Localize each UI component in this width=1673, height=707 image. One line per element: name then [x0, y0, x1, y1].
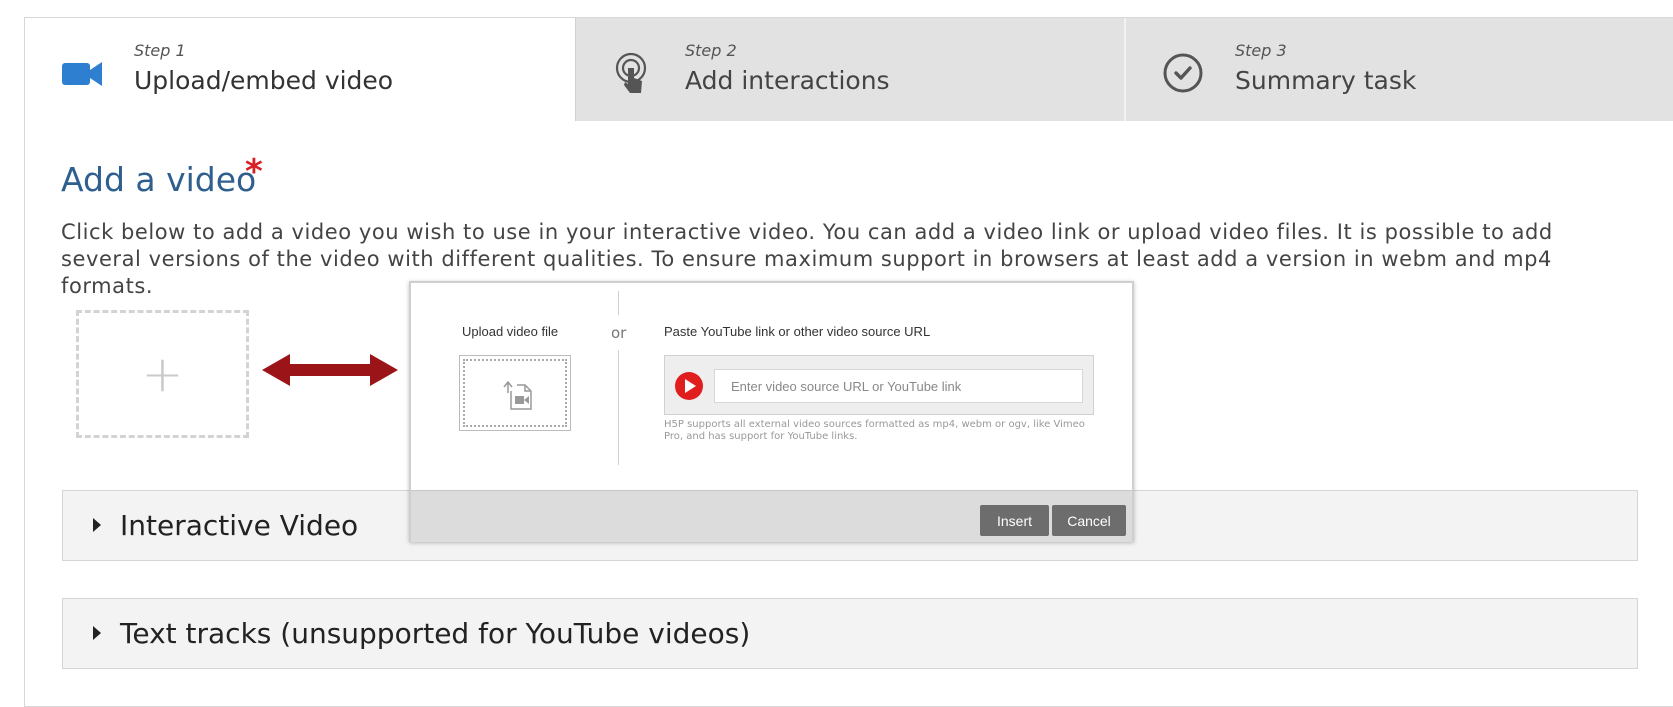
- step-number: Step 1: [134, 41, 186, 60]
- step-title: Summary task: [1235, 66, 1417, 95]
- dialog-footer: Insert Cancel: [411, 490, 1132, 542]
- cancel-button[interactable]: Cancel: [1052, 505, 1126, 536]
- tab-step-1[interactable]: Step 1 Upload/embed video: [25, 18, 575, 121]
- add-video-dialog: Upload video file or Paste YouTube link …: [409, 281, 1134, 542]
- touch-pointer-icon: [615, 52, 647, 93]
- url-label: Paste YouTube link or other video source…: [664, 324, 931, 339]
- youtube-play-icon: [675, 372, 703, 400]
- url-input-wrapper: [664, 355, 1094, 415]
- step-number: Step 2: [685, 41, 737, 60]
- group-text-tracks[interactable]: Text tracks (unsupported for YouTube vid…: [62, 598, 1638, 669]
- check-circle-icon: [1163, 53, 1203, 93]
- or-label: or: [611, 324, 627, 342]
- upload-label: Upload video file: [462, 324, 559, 339]
- video-camera-icon: [62, 62, 102, 86]
- step-tabs: Step 1 Upload/embed video Step 2 Add int…: [25, 18, 1673, 121]
- add-video-button[interactable]: +: [76, 310, 249, 438]
- divider: [618, 291, 619, 315]
- upload-video-file-icon: [503, 381, 532, 410]
- group-label: Interactive Video: [120, 509, 359, 542]
- insert-button[interactable]: Insert: [980, 505, 1049, 536]
- section-title: Add a video: [61, 160, 257, 199]
- group-label: Text tracks (unsupported for YouTube vid…: [120, 617, 751, 650]
- tab-step-2[interactable]: Step 2 Add interactions: [575, 18, 1124, 121]
- plus-icon: +: [141, 345, 184, 403]
- step-title: Upload/embed video: [134, 66, 394, 95]
- url-help-text: H5P supports all external video sources …: [664, 419, 1085, 442]
- upload-file-button[interactable]: [459, 355, 571, 431]
- upload-dropzone: [463, 359, 567, 427]
- tab-step-3[interactable]: Step 3 Summary task: [1124, 18, 1673, 121]
- required-marker: *: [245, 152, 263, 192]
- caret-right-icon: [93, 518, 101, 532]
- divider: [618, 350, 619, 465]
- caret-right-icon: [93, 626, 101, 640]
- video-url-input[interactable]: [714, 369, 1083, 403]
- step-title: Add interactions: [685, 66, 890, 95]
- double-arrow-icon: [262, 354, 398, 386]
- step-number: Step 3: [1235, 41, 1287, 60]
